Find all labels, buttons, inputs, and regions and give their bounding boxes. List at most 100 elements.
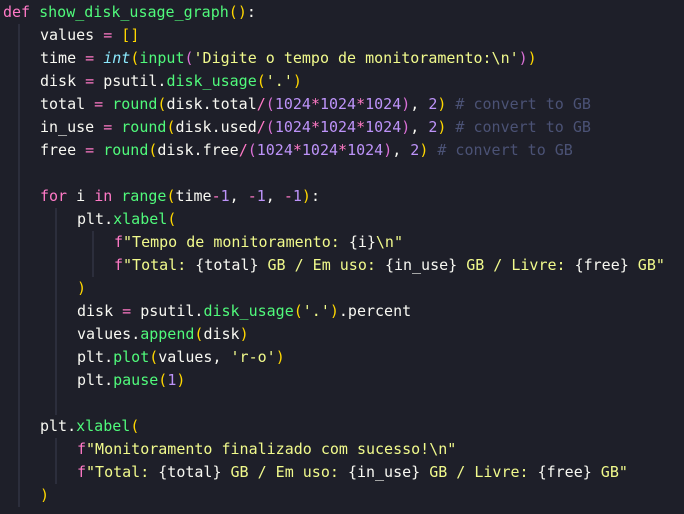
code-token: * xyxy=(310,118,320,136)
code-line[interactable]: values.append(disk) xyxy=(77,323,249,346)
code-line[interactable]: disk = psutil.disk_usage('.') xyxy=(40,70,302,93)
code-token: = xyxy=(94,26,122,44)
code-token: ) xyxy=(329,302,339,320)
code-token: ) xyxy=(77,279,87,297)
code-token: # convert to GB xyxy=(446,118,591,136)
code-token: . xyxy=(104,348,114,366)
code-token: * xyxy=(356,118,366,136)
code-token: ( xyxy=(256,72,266,90)
code-line[interactable]: def show_disk_usage_graph(): xyxy=(3,1,256,24)
code-token: int xyxy=(103,49,131,67)
code-line[interactable]: f"Total: {total} GB / Em uso: {in_use} G… xyxy=(77,461,628,484)
code-line[interactable]: in_use = round(disk.used/(1024*1024*1024… xyxy=(40,116,591,139)
code-token: 'r-o' xyxy=(230,348,276,366)
code-token: * xyxy=(310,95,320,113)
code-line[interactable]: time = int(input('Digite o tempo de moni… xyxy=(40,47,537,70)
code-token: xlabel xyxy=(113,210,168,228)
code-token: , xyxy=(229,187,248,205)
code-token: psutil xyxy=(140,302,195,320)
code-line[interactable]: ) xyxy=(40,484,49,507)
code-token: xlabel xyxy=(76,417,131,435)
code-token: # convert to GB xyxy=(428,141,573,159)
code-token: f xyxy=(77,440,87,458)
code-token: disk xyxy=(175,118,212,136)
code-token: ( xyxy=(265,118,275,136)
code-token: ) xyxy=(383,141,393,159)
code-line[interactable]: free = round(disk.free/(1024*1024*1024),… xyxy=(40,139,573,162)
code-token: "Monitoramento finalizado com sucesso!\n… xyxy=(86,440,457,458)
code-token: GB" xyxy=(628,256,665,274)
code-token: disk xyxy=(203,325,240,343)
code-token: # convert to GB xyxy=(446,95,591,113)
code-line[interactable]: for i in range(time-1, -1, -1): xyxy=(40,185,320,208)
code-token: = xyxy=(94,118,122,136)
code-token: {free} xyxy=(537,463,592,481)
code-token: 1 xyxy=(220,187,230,205)
code-line[interactable]: ) xyxy=(77,277,86,300)
code-line[interactable]: values = [] xyxy=(40,24,139,47)
code-token: . xyxy=(193,141,203,159)
code-line[interactable]: disk = psutil.disk_usage('.').percent xyxy=(77,300,411,323)
code-token: f xyxy=(114,256,124,274)
code-token: total xyxy=(40,95,86,113)
code-token: ) xyxy=(527,49,537,67)
code-token: ( xyxy=(149,348,159,366)
code-token: * xyxy=(292,141,302,159)
code-token: values, xyxy=(158,348,231,366)
code-line[interactable]: f"Total: {total} GB / Em uso: {in_use} G… xyxy=(114,254,665,277)
code-token: in xyxy=(94,187,113,205)
code-token: ) xyxy=(239,325,249,343)
code-token: . xyxy=(104,371,114,389)
code-token: . xyxy=(211,118,221,136)
code-token: , xyxy=(392,141,411,159)
code-token: plt xyxy=(40,417,68,435)
code-token: ] xyxy=(130,26,140,44)
code-token: {total} xyxy=(195,256,259,274)
code-token: {total} xyxy=(158,463,222,481)
code-token: = xyxy=(76,49,104,67)
code-token: ( xyxy=(130,417,140,435)
code-token: append xyxy=(140,325,195,343)
code-token: ) xyxy=(292,72,302,90)
code-token: = xyxy=(76,141,104,159)
code-token: = xyxy=(113,302,141,320)
code-token: = xyxy=(76,72,104,90)
code-line[interactable]: f"Monitoramento finalizado com sucesso!\… xyxy=(77,438,456,461)
code-token: free xyxy=(40,141,77,159)
code-token: round xyxy=(112,95,158,113)
code-line[interactable]: plt.xlabel( xyxy=(40,415,139,438)
code-token: pause xyxy=(113,371,159,389)
code-token: 1024 xyxy=(319,118,357,136)
code-token: . xyxy=(104,210,114,228)
code-token: \n" xyxy=(375,233,403,251)
code-token: ( xyxy=(130,49,140,67)
code-token: - xyxy=(247,187,257,205)
code-token: 1024 xyxy=(365,118,402,136)
code-token: 1024 xyxy=(347,141,384,159)
code-token: round xyxy=(121,118,167,136)
code-token: - xyxy=(283,187,293,205)
code-line[interactable]: plt.xlabel( xyxy=(77,208,176,231)
code-token: ( xyxy=(293,302,303,320)
code-token: GB / Livre: xyxy=(457,256,575,274)
code-token: range xyxy=(121,187,167,205)
code-line[interactable]: plt.plot(values, 'r-o') xyxy=(77,346,285,369)
code-token: - xyxy=(211,187,221,205)
code-token: 2 xyxy=(410,141,420,159)
code-token: total xyxy=(211,95,257,113)
code-token: {free} xyxy=(574,256,629,274)
code-token: / xyxy=(256,118,266,136)
code-token: round xyxy=(103,141,149,159)
code-token: ) xyxy=(40,486,50,504)
code-token: "Total: xyxy=(123,256,196,274)
code-token: , xyxy=(410,118,429,136)
code-token: plt xyxy=(77,210,105,228)
code-line[interactable]: total = round(disk.total/(1024*1024*1024… xyxy=(40,93,591,116)
code-token: GB / Em uso: xyxy=(221,463,348,481)
code-token: '.' xyxy=(265,72,293,90)
code-token: in_use xyxy=(40,118,95,136)
code-token: values xyxy=(40,26,95,44)
code-line[interactable]: plt.pause(1) xyxy=(77,369,185,392)
code-editor[interactable]: def show_disk_usage_graph(): values = [] t… xyxy=(0,0,684,514)
code-line[interactable]: f"Tempo de monitoramento: {i}\n" xyxy=(114,231,403,254)
